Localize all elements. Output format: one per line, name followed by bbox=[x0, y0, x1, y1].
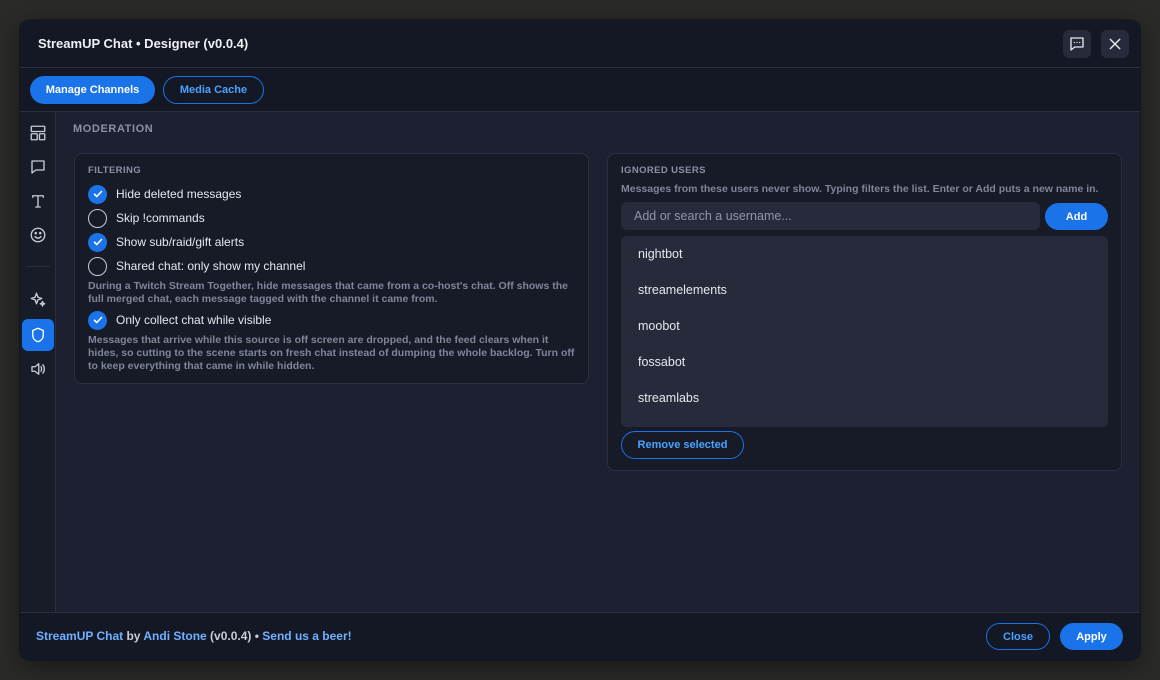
sidebar-item-layout[interactable] bbox=[22, 117, 54, 149]
filtering-title: FILTERING bbox=[88, 165, 142, 176]
check-icon bbox=[93, 238, 102, 246]
credits: StreamUP Chat by Andi Stone (v0.0.4) • S… bbox=[36, 629, 352, 643]
check-icon bbox=[93, 190, 102, 198]
close-button[interactable]: Close bbox=[986, 623, 1050, 650]
option-label: Shared chat: only show my channel bbox=[116, 259, 306, 273]
sidebar-item-messages[interactable] bbox=[22, 151, 54, 183]
visible-help: Messages that arrive while this source i… bbox=[88, 334, 575, 372]
ignored-users-list[interactable]: nightbot streamelements moobot fossabot … bbox=[621, 236, 1108, 427]
title-bar: StreamUP Chat • Designer (v0.0.4) bbox=[20, 20, 1140, 68]
list-item[interactable]: nightbot bbox=[638, 244, 682, 264]
sidebar-item-text[interactable] bbox=[22, 185, 54, 217]
ignored-users-card: IGNORED USERS Messages from these users … bbox=[607, 153, 1122, 471]
chat-button[interactable] bbox=[1063, 30, 1091, 58]
sidebar-item-effects[interactable] bbox=[22, 284, 54, 316]
sidebar bbox=[20, 112, 56, 612]
shield-icon bbox=[32, 327, 44, 343]
sparkle-icon bbox=[30, 292, 46, 307]
ignored-users-description: Messages from these users never show. Ty… bbox=[621, 183, 1099, 195]
sidebar-item-moderation[interactable] bbox=[22, 319, 54, 351]
shared-chat-help: During a Twitch Stream Together, hide me… bbox=[88, 280, 568, 305]
checkbox-checked[interactable] bbox=[88, 310, 107, 330]
filtering-card: FILTERING Hide deleted messages Skip !co… bbox=[74, 153, 589, 384]
speaker-icon bbox=[31, 363, 45, 375]
chat-bubble-icon bbox=[31, 160, 45, 174]
version-text: (v0.0.4) • bbox=[206, 629, 263, 643]
checkbox-checked[interactable] bbox=[88, 184, 107, 204]
list-item[interactable]: streamlabs bbox=[638, 388, 699, 408]
remove-selected-button[interactable]: Remove selected bbox=[621, 431, 744, 459]
username-search-input[interactable] bbox=[621, 202, 1040, 230]
layout-icon bbox=[30, 125, 46, 141]
list-item[interactable]: streamelements bbox=[638, 280, 727, 300]
list-item[interactable]: moobot bbox=[638, 316, 680, 336]
add-user-button[interactable]: Add bbox=[1045, 203, 1108, 230]
list-item[interactable]: fossabot bbox=[638, 352, 685, 372]
product-name: StreamUP Chat bbox=[36, 629, 124, 643]
close-window-button[interactable] bbox=[1101, 30, 1129, 58]
option-show-alerts[interactable]: Show sub/raid/gift alerts bbox=[88, 232, 244, 252]
option-shared-chat[interactable]: Shared chat: only show my channel bbox=[88, 256, 305, 276]
sidebar-item-sound[interactable] bbox=[22, 353, 54, 385]
section-title: MODERATION bbox=[73, 123, 154, 135]
option-label: Skip !commands bbox=[116, 211, 205, 225]
option-label: Hide deleted messages bbox=[116, 187, 242, 201]
designer-window: StreamUP Chat • Designer (v0.0.4) Manage… bbox=[20, 20, 1140, 660]
checkbox-checked[interactable] bbox=[88, 232, 107, 252]
option-label: Only collect chat while visible bbox=[116, 313, 272, 327]
by-text: by bbox=[123, 629, 144, 643]
option-skip-commands[interactable]: Skip !commands bbox=[88, 208, 205, 228]
manage-channels-button[interactable]: Manage Channels bbox=[30, 76, 155, 104]
checkbox-unchecked[interactable] bbox=[88, 208, 107, 228]
footer: StreamUP Chat by Andi Stone (v0.0.4) • S… bbox=[20, 612, 1140, 660]
ignored-users-title: IGNORED USERS bbox=[621, 165, 706, 176]
checkbox-unchecked[interactable] bbox=[88, 256, 107, 276]
option-hide-deleted[interactable]: Hide deleted messages bbox=[88, 184, 241, 204]
sidebar-divider bbox=[26, 266, 50, 267]
emoji-icon bbox=[30, 227, 46, 243]
check-icon bbox=[93, 316, 102, 324]
text-icon bbox=[32, 195, 44, 208]
media-cache-button[interactable]: Media Cache bbox=[163, 76, 264, 104]
sidebar-item-emotes[interactable] bbox=[22, 219, 54, 251]
author-link[interactable]: Andi Stone bbox=[143, 629, 206, 643]
toolbar: Manage Channels Media Cache bbox=[20, 68, 1140, 112]
window-title: StreamUP Chat • Designer (v0.0.4) bbox=[38, 36, 249, 51]
close-icon bbox=[1109, 38, 1121, 50]
apply-button[interactable]: Apply bbox=[1060, 623, 1123, 650]
option-label: Show sub/raid/gift alerts bbox=[116, 235, 245, 249]
option-collect-visible[interactable]: Only collect chat while visible bbox=[88, 310, 271, 330]
chat-bubble-icon bbox=[1070, 37, 1084, 51]
beer-link[interactable]: Send us a beer! bbox=[262, 629, 351, 643]
